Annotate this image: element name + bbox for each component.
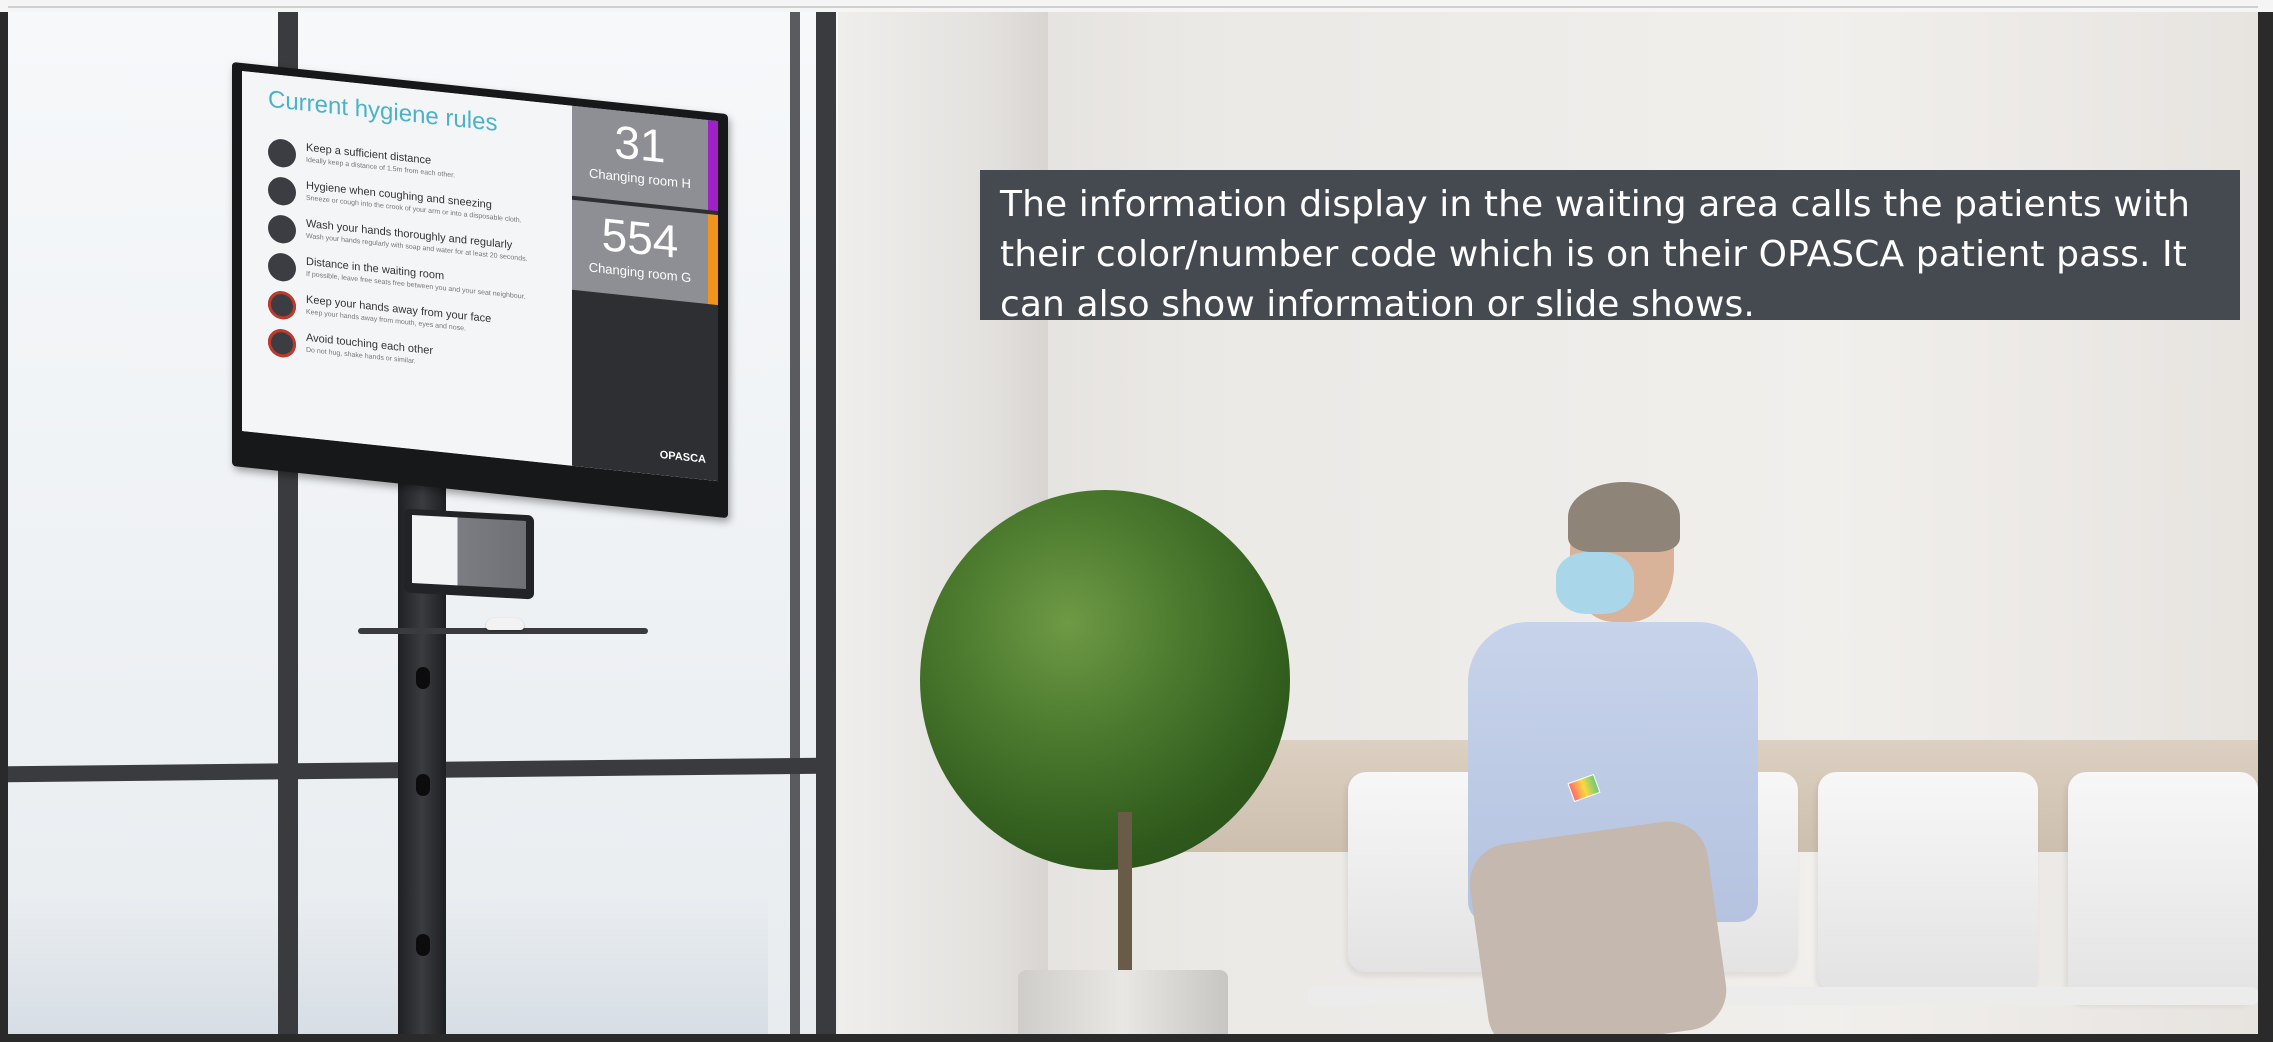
caption-text-box: The information display in the waiting a… [980, 170, 2240, 325]
display-screen: Current hygiene rules Keep a sufficient … [242, 71, 718, 482]
no-handshake-icon [268, 327, 296, 359]
face-mask [1556, 552, 1634, 614]
information-display: Current hygiene rules Keep a sufficient … [232, 62, 728, 519]
waiting-room-icon [268, 251, 296, 283]
slide-image: Current hygiene rules Keep a sufficient … [8, 12, 2258, 1034]
hygiene-rules-title: Current hygiene rules [268, 85, 498, 137]
no-face-touch-icon [268, 289, 296, 321]
stand-hole [416, 774, 430, 796]
check-in-tablet [404, 508, 534, 600]
window-mullion-right [816, 12, 836, 1034]
call-color-bar [708, 120, 718, 212]
handwash-icon [268, 213, 296, 245]
distance-icon [268, 137, 296, 169]
city-skyline [8, 894, 768, 1034]
hygiene-rules-panel: Current hygiene rules Keep a sufficient … [242, 71, 572, 466]
call-color-bar [708, 214, 718, 306]
tablet-screen [412, 515, 526, 589]
patient-call-panel: 31 Changing room H 554 Changing room G O… [572, 105, 718, 482]
opasca-logo: OPASCA [659, 448, 706, 466]
patient-legs [1464, 816, 1732, 1034]
plant-trunk [1118, 812, 1132, 982]
patient-hair [1568, 482, 1680, 552]
waiting-chair [1818, 772, 2038, 992]
stand-hole [416, 667, 430, 689]
cough-icon [268, 175, 296, 207]
plant-foliage [920, 490, 1290, 870]
bench-rail [1308, 987, 2258, 1005]
top-bar-divider [8, 6, 2258, 8]
window-frame-strip [790, 12, 800, 1034]
patient-call: 31 Changing room H [572, 105, 718, 212]
stand-hole [416, 934, 430, 956]
waiting-chair [2068, 772, 2258, 1002]
patient-call: 554 Changing room G [572, 199, 718, 306]
card-reader [486, 618, 524, 630]
slide-frame: Current hygiene rules Keep a sufficient … [0, 0, 2273, 1042]
plant-pot [1018, 970, 1228, 1034]
